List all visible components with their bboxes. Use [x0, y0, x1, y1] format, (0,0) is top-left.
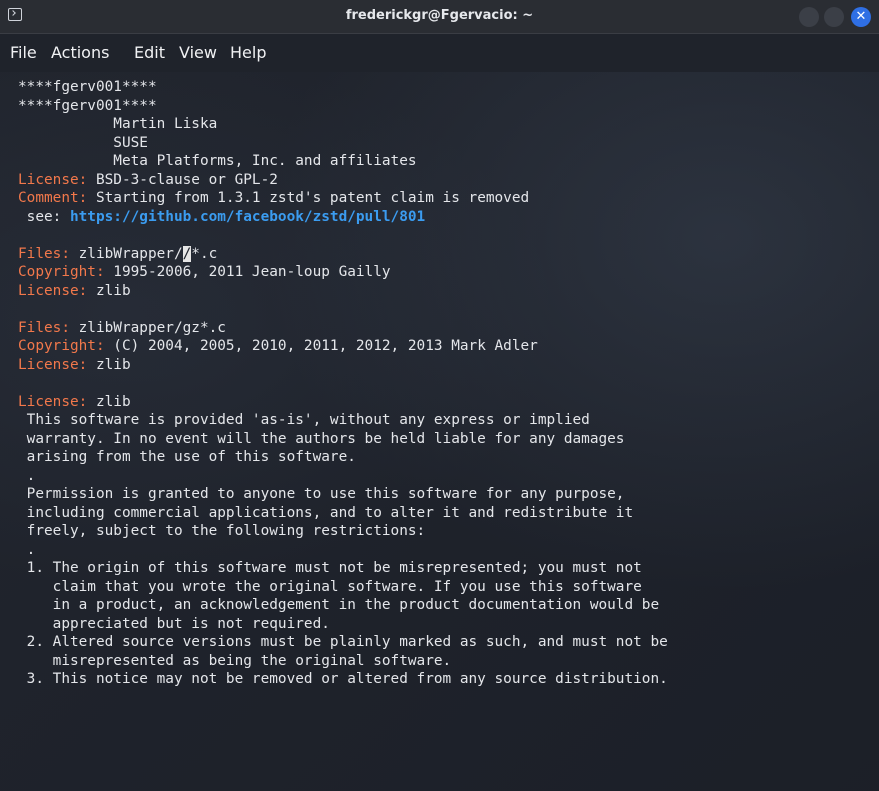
- terminal-line: License: zlib: [18, 356, 879, 375]
- terminal-line: SUSE: [18, 134, 148, 151]
- menu-help[interactable]: Help: [230, 43, 266, 62]
- window-title: frederickgr@Fgervacio: ~: [345, 8, 534, 23]
- terminal-line: 3. This notice may not be removed or alt…: [18, 671, 668, 687]
- maximize-button[interactable]: [824, 7, 844, 27]
- title-bar[interactable]: frederickgr@Fgervacio: ~ ✕: [0, 0, 879, 34]
- field-value: Starting from 1.3.1 zstd's patent claim …: [87, 190, 530, 206]
- terminal-line: .: [18, 541, 36, 558]
- terminal-line: .: [18, 467, 36, 484]
- field-key: Copyright:: [18, 264, 105, 280]
- github-link[interactable]: https://github.com/facebook/zstd/pull/80…: [70, 209, 425, 225]
- terminal-output[interactable]: ****fgerv001**** ****fgerv001**** Martin …: [0, 72, 879, 791]
- terminal-line: Martin Liska: [18, 116, 218, 132]
- field-value: zlib: [87, 356, 131, 373]
- field-value: zlibWrapper/gz*.c: [69, 319, 226, 336]
- terminal-window: frederickgr@Fgervacio: ~ ✕ File Actions …: [0, 0, 879, 791]
- terminal-line: warranty. In no event will the authors b…: [18, 430, 625, 447]
- field-value: (C) 2004, 2005, 2010, 2011, 2012, 2013 M…: [104, 338, 538, 354]
- field-value: zlib: [87, 393, 131, 410]
- terminal-line: see: https://github.com/facebook/zstd/pu…: [18, 208, 879, 227]
- terminal-line: Comment: Starting from 1.3.1 zstd's pate…: [18, 189, 879, 208]
- terminal-line: in a product, an acknowledgement in the …: [18, 597, 660, 613]
- field-key: Files:: [18, 319, 70, 336]
- menu-edit[interactable]: Edit: [134, 43, 165, 62]
- terminal-line: 2. Altered source versions must be plain…: [18, 634, 668, 650]
- field-value: 1995-2006, 2011 Jean-loup Gailly: [104, 264, 391, 280]
- text-cursor: /: [182, 245, 192, 262]
- terminal-line: Copyright: 1995-2006, 2011 Jean-loup Gai…: [18, 263, 879, 282]
- terminal-line: License: BSD-3-clause or GPL-2: [18, 171, 879, 190]
- terminal-line: Copyright: (C) 2004, 2005, 2010, 2011, 2…: [18, 337, 879, 356]
- menu-actions[interactable]: Actions: [51, 43, 109, 62]
- minimize-button[interactable]: [799, 7, 819, 27]
- field-value: BSD-3-clause or GPL-2: [87, 171, 278, 188]
- field-value: see:: [18, 208, 70, 225]
- field-key: License:: [18, 282, 88, 299]
- menu-view[interactable]: View: [179, 43, 217, 62]
- menu-file[interactable]: File: [10, 43, 37, 62]
- terminal-line: including commercial applications, and t…: [18, 504, 634, 521]
- terminal-line: Files: zlibWrapper/gz*.c: [18, 319, 879, 338]
- terminal-line: License: zlib: [18, 393, 879, 412]
- terminal-line: This software is provided 'as-is', witho…: [18, 412, 590, 428]
- field-value: zlibWrapper/: [69, 245, 183, 262]
- terminal-line: 1. The origin of this software must not …: [18, 560, 642, 576]
- field-key: License:: [18, 171, 88, 188]
- terminal-line: ****fgerv001****: [18, 79, 157, 95]
- terminal-line: Permission is granted to anyone to use t…: [18, 486, 625, 502]
- terminal-line: claim that you wrote the original softwa…: [18, 578, 642, 595]
- field-value: *.c: [191, 245, 218, 262]
- field-key: Files:: [18, 245, 70, 262]
- field-key: License:: [18, 356, 88, 373]
- terminal-line: ****fgerv001****: [18, 97, 157, 114]
- field-key: Comment:: [18, 190, 88, 206]
- terminal-line: appreciated but is not required.: [18, 615, 330, 632]
- terminal-line: Files: zlibWrapper//*.c: [18, 245, 879, 264]
- field-key: License:: [18, 393, 88, 410]
- terminal-line: arising from the use of this software.: [18, 449, 356, 465]
- menu-bar: File Actions Edit View Help: [0, 34, 879, 72]
- close-button[interactable]: ✕: [851, 7, 871, 27]
- terminal-line: misrepresented as being the original sof…: [18, 652, 452, 669]
- field-value: zlib: [87, 282, 131, 299]
- terminal-line: Meta Platforms, Inc. and affiliates: [18, 153, 417, 169]
- terminal-line: License: zlib: [18, 282, 879, 301]
- field-key: Copyright:: [18, 338, 105, 354]
- terminal-line: freely, subject to the following restric…: [18, 523, 426, 539]
